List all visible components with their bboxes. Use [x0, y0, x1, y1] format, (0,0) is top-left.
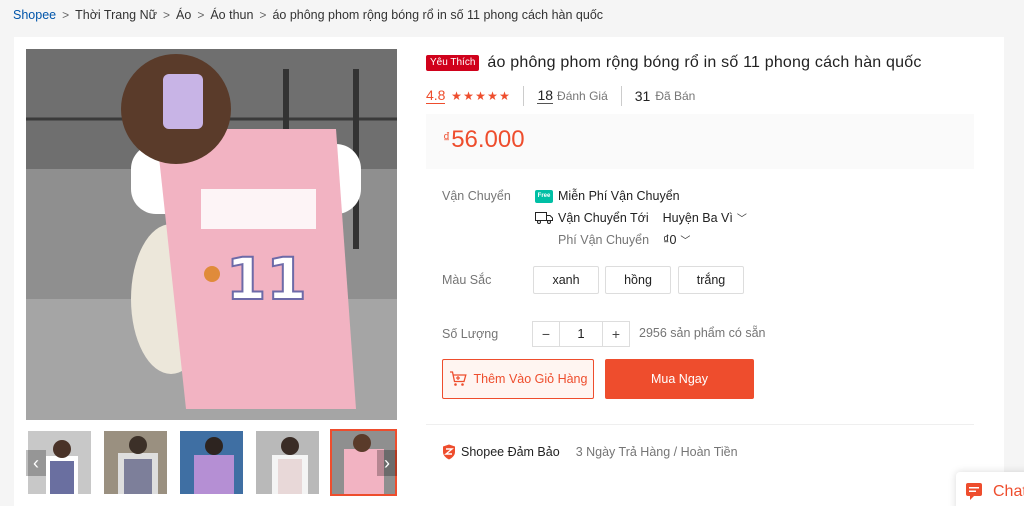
color-label: Màu Sắc	[442, 273, 492, 287]
star-icon: ★	[499, 89, 510, 103]
chat-button[interactable]: Chat	[956, 472, 1024, 506]
chat-icon	[966, 483, 982, 500]
free-shipping-icon: Free	[535, 189, 553, 203]
breadcrumb-subcategory[interactable]: Áo	[176, 8, 191, 22]
sold-label: Đã Bán	[655, 89, 696, 103]
color-option-xanh[interactable]: xanh	[533, 266, 599, 294]
breadcrumb-separator: >	[259, 8, 267, 22]
quantity-stepper: − 1 +	[532, 321, 630, 347]
free-shipping-text: Miễn Phí Vận Chuyển	[558, 189, 680, 203]
quantity-increase-button[interactable]: +	[602, 321, 630, 347]
chat-label: Chat	[993, 483, 1024, 500]
ship-to-label: Vận Chuyển Tới	[558, 210, 649, 225]
price-currency: ₫	[443, 129, 451, 145]
breadcrumb-current: áo phông phom rộng bóng rổ in số 11 phon…	[272, 8, 604, 22]
free-shipping-line: Free Miễn Phí Vận Chuyển	[535, 189, 680, 203]
add-to-cart-button[interactable]: Thêm Vào Giỏ Hàng	[442, 359, 594, 399]
price: ₫ 56.000	[443, 126, 525, 154]
shipping-fee-value: ₫0	[663, 232, 677, 247]
favorite-badge: Yêu Thích	[426, 55, 480, 71]
rating-score[interactable]: 4.8	[426, 88, 446, 104]
star-icon: ★	[463, 89, 474, 103]
color-option-trang[interactable]: trắng	[678, 266, 744, 294]
breadcrumb-separator: >	[62, 8, 70, 22]
shipping-fee-dropdown[interactable]: ₫0 ﹀	[663, 232, 691, 248]
shipping-fee-line: Phí Vận Chuyển ₫0 ﹀	[558, 232, 691, 248]
shopee-guarantee[interactable]: Shopee Đảm Bảo 3 Ngày Trả Hàng / Hoàn Ti…	[442, 444, 738, 460]
divider	[523, 86, 525, 106]
product-main-image[interactable]: 11	[26, 49, 397, 420]
breadcrumb: Shopee > Thời Trang Nữ > Áo > Áo thun > …	[13, 7, 603, 23]
breadcrumb-subcategory-2[interactable]: Áo thun	[210, 8, 253, 22]
section-divider	[426, 424, 974, 425]
reviews-count[interactable]: 18	[537, 88, 554, 104]
thumbnail-4[interactable]	[254, 429, 321, 496]
divider	[620, 86, 622, 106]
thumbnail-2[interactable]	[102, 429, 169, 496]
add-to-cart-label: Thêm Vào Giỏ Hàng	[473, 372, 588, 386]
breadcrumb-shopee[interactable]: Shopee	[13, 8, 56, 22]
buy-now-button[interactable]: Mua Ngay	[605, 359, 754, 399]
truck-icon	[535, 212, 553, 224]
reviews-label: Đánh Giá	[557, 89, 608, 103]
star-icon: ★	[487, 89, 498, 103]
chevron-down-icon: ﹀	[680, 236, 691, 247]
ship-to-dropdown[interactable]: Huyện Ba Vì ﹀	[662, 210, 747, 226]
guarantee-title: Shopee Đảm Bảo	[461, 445, 560, 459]
breadcrumb-separator: >	[163, 8, 171, 22]
star-icon: ★	[451, 89, 462, 103]
sold-count: 31	[634, 88, 651, 104]
product-title-row: Yêu Thích áo phông phom rộng bóng rổ in …	[426, 54, 922, 72]
color-option-hong[interactable]: hồng	[605, 266, 671, 294]
quantity-label: Số Lượng	[442, 327, 499, 341]
product-title: áo phông phom rộng bóng rổ in số 11 phon…	[487, 54, 922, 71]
shield-icon	[443, 444, 455, 460]
chevron-down-icon: ﹀	[736, 214, 747, 225]
breadcrumb-category[interactable]: Thời Trang Nữ	[75, 8, 157, 22]
svg-text:11: 11	[226, 245, 307, 313]
thumbnail-strip: ‹ ›	[26, 429, 397, 496]
quantity-decrease-button[interactable]: −	[532, 321, 560, 347]
cart-icon	[449, 371, 467, 386]
shipping-label: Vận Chuyển	[442, 189, 511, 203]
shipping-fee-label: Phí Vận Chuyển	[558, 232, 650, 247]
thumbnail-3[interactable]	[178, 429, 245, 496]
quantity-input[interactable]: 1	[560, 321, 602, 347]
stock-available: 2956 sản phẩm có sẵn	[639, 326, 766, 340]
rating-stars: ★ ★ ★ ★ ★	[450, 90, 510, 102]
thumbnail-next-button[interactable]: ›	[377, 450, 397, 476]
price-value: 56.000	[451, 126, 525, 153]
price-box: ₫ 56.000	[426, 114, 974, 169]
thumbnail-prev-button[interactable]: ‹	[26, 450, 46, 476]
ship-to-value: Huyện Ba Vì	[662, 210, 733, 225]
star-icon: ★	[475, 89, 486, 103]
rating-row: 4.8 ★ ★ ★ ★ ★ 18 Đánh Giá 31 Đã Bán	[426, 86, 696, 106]
breadcrumb-separator: >	[197, 8, 205, 22]
guarantee-text: 3 Ngày Trả Hàng / Hoàn Tiền	[575, 445, 738, 459]
ship-to-line: Vận Chuyển Tới Huyện Ba Vì ﹀	[535, 210, 747, 225]
